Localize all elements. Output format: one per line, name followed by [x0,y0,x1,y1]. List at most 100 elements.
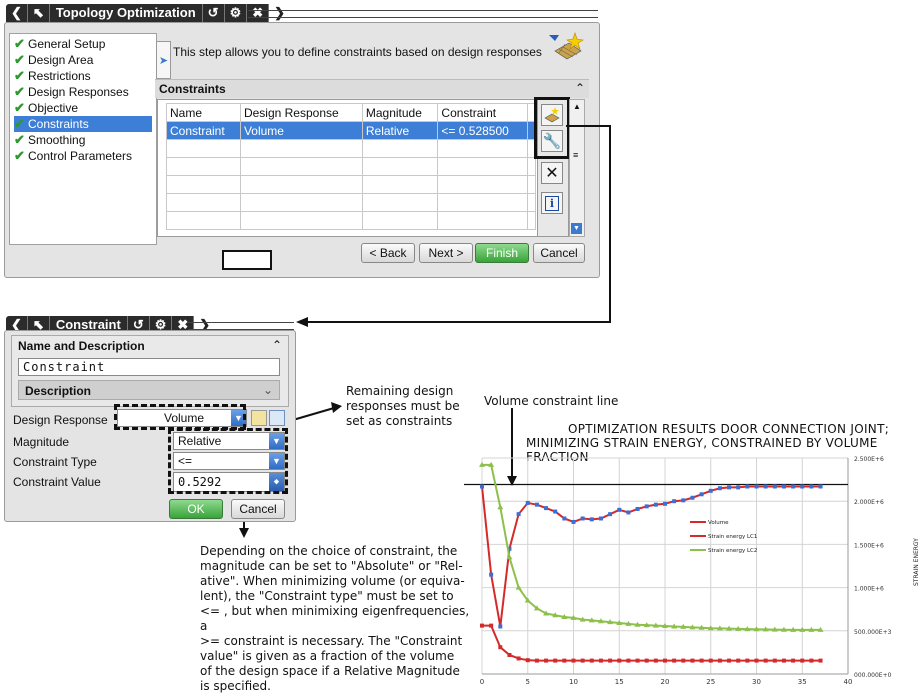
data-point [653,502,658,507]
x-tick-label: 20 [661,678,670,686]
y-tick-label: 2.500E+6 [854,456,884,463]
data-point [608,658,613,663]
data-point [534,502,539,507]
remaining-responses-note: Remaining design responses must be set a… [346,384,460,429]
x-tick-label: 10 [569,678,578,686]
data-point [690,495,695,500]
data-point [745,658,750,663]
data-point [653,658,658,663]
legend-entry: Strain energy LC1 [708,534,757,540]
data-point [497,504,504,510]
note-line: responses must be [346,399,460,413]
magnitude-label: Magnitude [13,435,70,449]
data-point [553,658,558,663]
x-tick-label: 5 [526,678,530,686]
edit-response-icon[interactable] [251,410,267,426]
data-point [800,658,805,663]
name-input[interactable]: Constraint [18,358,280,376]
data-point [717,658,722,663]
data-point [791,484,796,489]
data-point [480,623,484,628]
data-point [544,658,549,663]
data-point [562,658,567,663]
data-point [635,506,640,511]
series-line [482,463,821,631]
data-point [544,506,549,511]
data-point [516,656,521,661]
note-line: set as constraints [346,414,453,428]
data-point [663,658,667,663]
data-point [507,652,512,657]
data-point [598,516,603,521]
optimization-chart: 000.000E+0 500.000E+3 1.000E+6 1.500E+6 2.00… [464,456,920,686]
data-point [800,484,805,489]
volume-line-note: Volume constraint line [484,394,619,408]
data-point [515,584,522,590]
data-point [745,484,750,489]
data-point [681,658,686,663]
data-point [580,516,585,521]
data-point [553,509,558,514]
data-point [489,623,494,628]
cancel-button[interactable]: Cancel [231,499,285,519]
explanation-line: value" is given as a fraction of the vol… [200,649,455,663]
data-point [672,499,677,504]
chart-title-line1: OPTIMIZATION RESULTS DOOR CONNECTION JOI… [568,422,890,436]
group-title: Name and Description [18,339,145,353]
data-point [672,658,677,663]
explanation-line: ative". When minimizing volume (or equiv… [200,574,465,588]
y-tick-label: 1.500E+6 [854,542,884,549]
x-tick-label: 30 [752,678,761,686]
explanation-line: magnitude can be set to "Absolute" or "R… [200,559,463,573]
explanation-line: of the design space if a Relative Magnit… [200,664,460,678]
explanation-note: Depending on the choice of constraint, t… [200,544,470,694]
data-point [663,501,667,506]
data-point [598,658,603,663]
x-tick-label: 35 [798,678,807,686]
data-point [498,645,503,650]
y-tick-label: 2.000E+6 [854,499,884,506]
x-tick-label: 15 [615,678,624,686]
data-point [571,658,576,663]
x-tick-label: 0 [480,678,484,686]
legend-entry: Volume [708,520,729,526]
data-point [571,519,576,524]
data-point [525,658,530,663]
data-point [736,485,741,490]
data-point [818,658,823,663]
data-point [781,484,786,489]
data-point [608,512,613,517]
data-point [809,658,814,663]
data-point [681,498,686,503]
chevron-down-icon[interactable]: ⌄ [263,383,273,397]
data-point [580,658,585,663]
x-tick-label: 40 [844,678,853,686]
description-label: Description [25,384,92,398]
data-point [516,512,521,517]
ok-button[interactable]: OK [169,499,223,519]
data-point [809,484,814,489]
chevron-up-icon[interactable]: ⌃ [272,338,282,352]
y-axis-label: STRAIN ENERGY [913,538,920,586]
highlight-box-design-response [114,404,246,430]
note-line: Remaining design [346,384,454,398]
title-rule [188,322,294,330]
data-point [736,658,741,663]
description-subsection[interactable]: Description ⌄ [18,380,280,400]
data-point [589,658,594,663]
data-point [781,658,786,663]
constraint-type-label: Constraint Type [13,455,97,469]
data-point [617,507,622,512]
data-point [708,488,713,493]
y-tick-label: 1.000E+6 [854,586,884,593]
data-point [525,500,530,505]
data-point [772,658,777,663]
new-response-icon[interactable] [269,410,285,426]
data-point [708,658,713,663]
data-point [589,517,594,522]
data-point [480,484,484,489]
y-tick-label: 500.000E+3 [854,629,892,636]
name-description-group: Name and Description ⌃ Constraint Descri… [11,335,289,407]
y-tick-label: 000.000E+0 [854,672,892,679]
data-point [626,658,631,663]
